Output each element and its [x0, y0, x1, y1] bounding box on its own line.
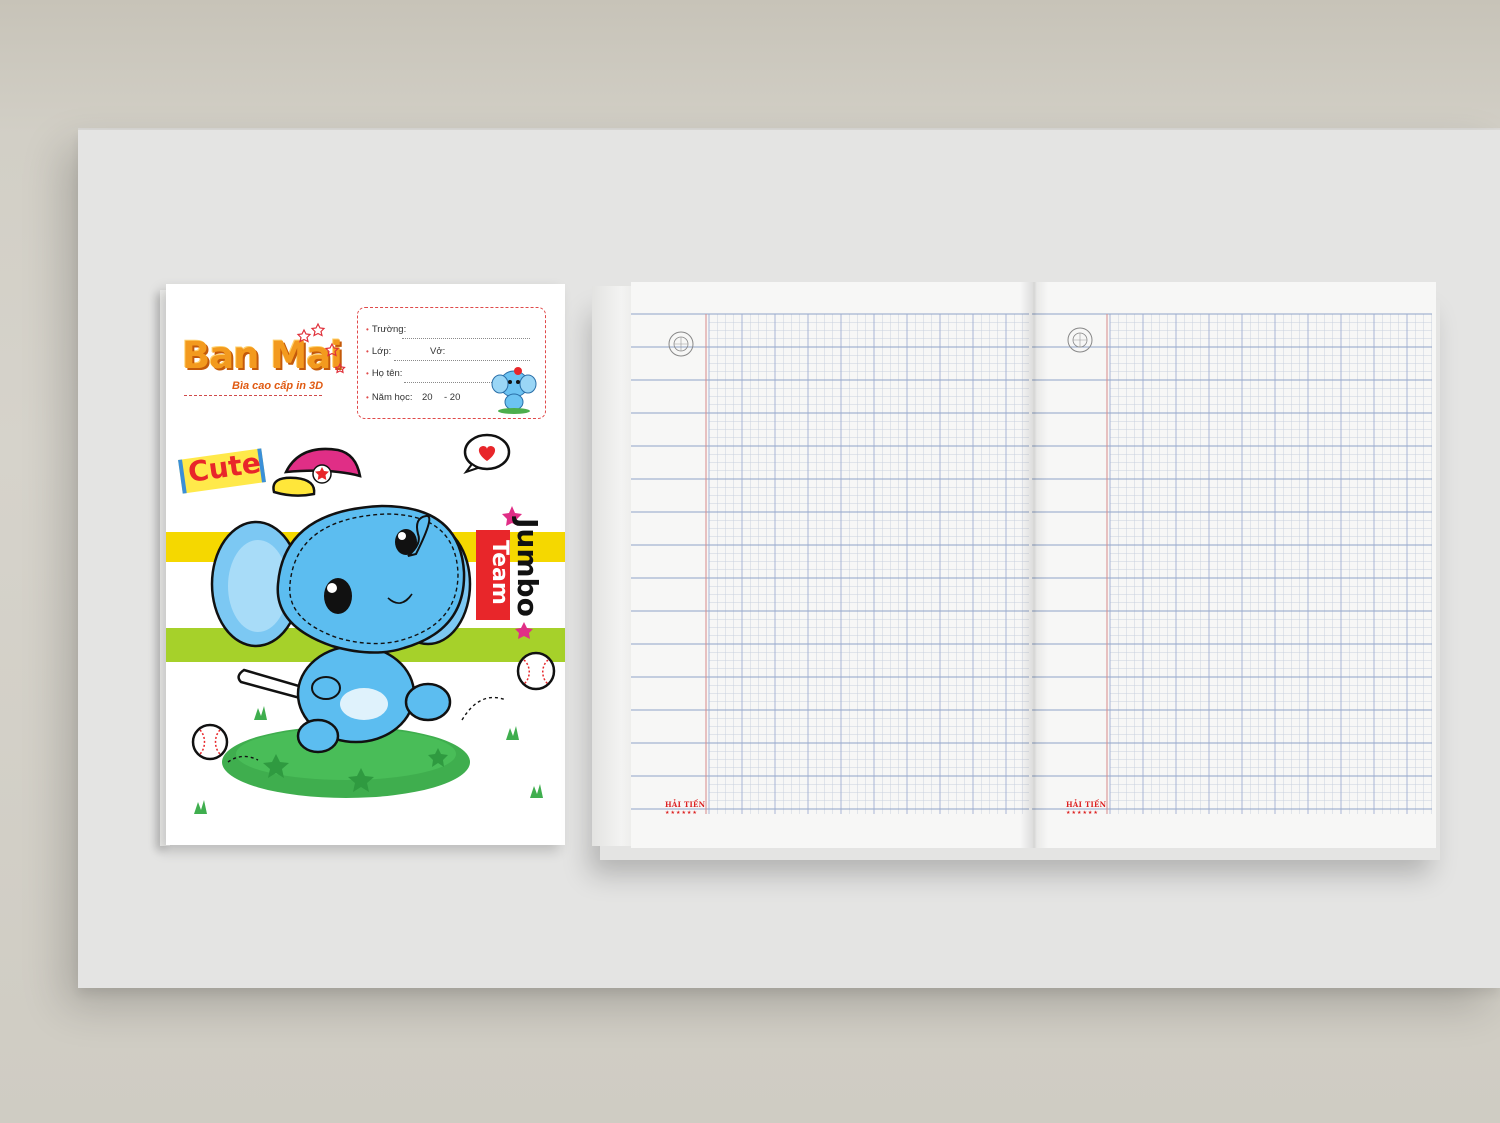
- seal-icon: [1067, 327, 1093, 353]
- cap-icon: [272, 447, 362, 497]
- baseball-icon: [191, 723, 229, 761]
- maker-logo-right: HẢI TIẾN: [1066, 800, 1107, 809]
- notebook-page-right: HẢI TIẾN ★★★★★★: [1032, 282, 1436, 848]
- baseball-icon: [516, 651, 556, 691]
- notebook-page-left: HẢI TIẾN ★★★★★★: [631, 282, 1032, 848]
- jumbo-sticker: Jumbo: [511, 518, 544, 617]
- grid-ruling-left: [631, 313, 1029, 814]
- notebook-gutter: [1020, 282, 1048, 848]
- maker-stars-left: ★★★★★★: [665, 810, 698, 816]
- maker-logo-left: HẢI TIẾN: [665, 800, 706, 809]
- maker-stars-right: ★★★★★★: [1066, 810, 1099, 816]
- heart-bubble-icon: [463, 433, 511, 474]
- grid-ruling-right: [1032, 313, 1432, 814]
- page-stack-edge: [592, 286, 634, 846]
- notebook-cover: Ban Mai Bìa cao cấp in 3D • Trường: • Lớp:…: [166, 284, 565, 845]
- seal-icon: [668, 331, 694, 357]
- team-sticker: Team: [487, 540, 512, 605]
